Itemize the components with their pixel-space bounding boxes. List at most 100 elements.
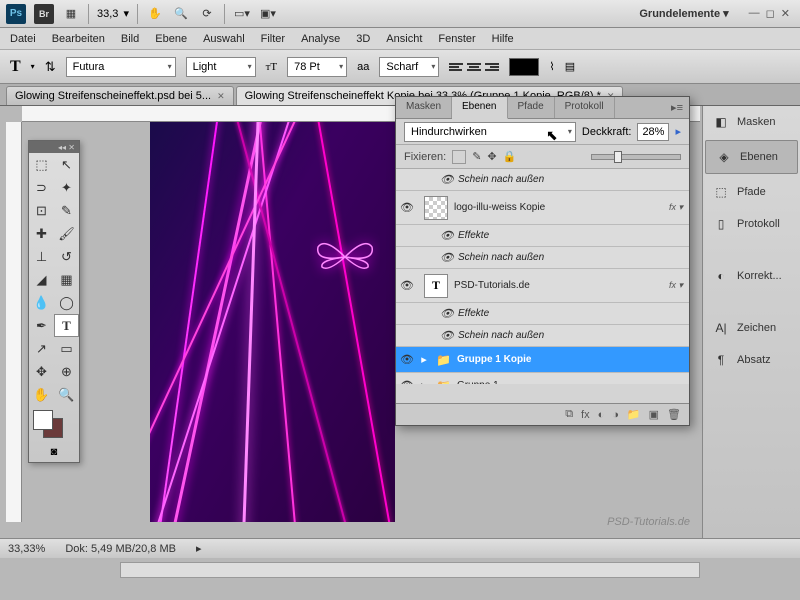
menu-fenster[interactable]: Fenster <box>438 33 475 45</box>
lasso-tool-icon[interactable]: ⊃ <box>29 176 54 199</box>
visibility-icon[interactable]: 👁 <box>436 251 458 264</box>
layer-fx-icon[interactable]: fx <box>581 409 590 421</box>
blur-tool-icon[interactable]: 💧 <box>29 291 54 314</box>
heal-tool-icon[interactable]: ✚ <box>29 222 54 245</box>
dodge-tool-icon[interactable]: ◯ <box>54 291 79 314</box>
menu-bearbeiten[interactable]: Bearbeiten <box>52 33 105 45</box>
layer-row[interactable]: 👁Effekte <box>396 225 689 247</box>
bridge-icon[interactable]: Br <box>34 4 54 24</box>
layer-row[interactable]: 👁logo-illu-weiss Kopiefx ▾ <box>396 191 689 225</box>
visibility-icon[interactable]: 👁 <box>436 229 458 242</box>
layer-row[interactable]: 👁TPSD-Tutorials.defx ▾ <box>396 269 689 303</box>
visibility-icon[interactable]: 👁 <box>396 353 418 366</box>
status-docsize[interactable]: Dok: 5,49 MB/20,8 MB <box>65 543 176 555</box>
dock-zeichen[interactable]: A|Zeichen <box>703 312 800 344</box>
font-family-select[interactable]: Futura <box>66 57 176 77</box>
fx-badge[interactable]: fx ▾ <box>669 202 683 213</box>
3d-tool-icon[interactable]: ✥ <box>29 360 54 383</box>
ps-logo-icon[interactable]: Ps <box>6 4 26 24</box>
link-layers-icon[interactable]: ⧉ <box>565 408 573 421</box>
panel-tab-protokoll[interactable]: Protokoll <box>555 97 615 118</box>
align-center-icon[interactable] <box>467 63 481 71</box>
eraser-tool-icon[interactable]: ◢ <box>29 268 54 291</box>
stamp-tool-icon[interactable]: ⊥ <box>29 245 54 268</box>
quickmask-icon[interactable]: ◙ <box>29 442 79 462</box>
layer-row[interactable]: 👁Effekte <box>396 303 689 325</box>
type-tool-icon[interactable]: T <box>54 314 79 337</box>
menu-datei[interactable]: Datei <box>10 33 36 45</box>
history-brush-icon[interactable]: ↺ <box>54 245 79 268</box>
panel-menu-icon[interactable]: ▸≡ <box>665 97 689 118</box>
new-layer-icon[interactable]: ▣ <box>649 408 659 421</box>
visibility-icon[interactable]: 👁 <box>436 329 458 342</box>
panel-tab-masken[interactable]: Masken <box>396 97 452 118</box>
align-left-icon[interactable] <box>449 63 463 71</box>
menu-analyse[interactable]: Analyse <box>301 33 340 45</box>
dock-masken[interactable]: ◧Masken <box>703 106 800 138</box>
menu-filter[interactable]: Filter <box>261 33 285 45</box>
layer-row[interactable]: 👁▸📁Gruppe 1 <box>396 373 689 384</box>
adjustment-icon[interactable]: ◑ <box>612 409 619 421</box>
zoom-level[interactable]: 33,3 ▾ <box>97 7 129 20</box>
font-weight-select[interactable]: Light <box>186 57 256 77</box>
move-tool-icon[interactable]: ↖ <box>54 153 79 176</box>
toolbox-collapse-icon[interactable]: ◂◂ ✕ <box>58 143 75 152</box>
screen-mode-icon[interactable]: ▣▾ <box>259 5 277 23</box>
document-tab[interactable]: Glowing Streifenscheineffekt.psd bei 5..… <box>6 86 234 105</box>
opacity-flyout-icon[interactable]: ▸ <box>675 125 681 138</box>
font-size-select[interactable]: 78 Pt <box>287 57 347 77</box>
fx-badge[interactable]: fx ▾ <box>669 280 683 291</box>
dock-korrekturen[interactable]: ◐Korrekt... <box>703 260 800 292</box>
panel-tab-pfade[interactable]: Pfade <box>508 97 555 118</box>
layer-row[interactable]: 👁Schein nach außen <box>396 247 689 269</box>
wand-tool-icon[interactable]: ✦ <box>54 176 79 199</box>
path-select-icon[interactable]: ↗ <box>29 337 54 360</box>
3d-orbit-icon[interactable]: ⊕ <box>54 360 79 383</box>
lock-trans-icon[interactable] <box>452 150 466 164</box>
align-right-icon[interactable] <box>485 63 499 71</box>
minimize-icon[interactable]: — <box>749 7 760 20</box>
arrange-icon[interactable]: ▭▾ <box>233 5 251 23</box>
menu-bild[interactable]: Bild <box>121 33 139 45</box>
foreground-swatch[interactable] <box>33 410 53 430</box>
lock-pixels-icon[interactable]: ✎ <box>472 150 481 163</box>
rotate-icon[interactable]: ⟳ <box>198 5 216 23</box>
delete-layer-icon[interactable]: 🗑 <box>667 408 681 421</box>
crop-tool-icon[interactable]: ⊡ <box>29 199 54 222</box>
menu-ebene[interactable]: Ebene <box>155 33 187 45</box>
layer-row[interactable]: 👁Schein nach außen <box>396 169 689 191</box>
menu-3d[interactable]: 3D <box>356 33 370 45</box>
text-color-swatch[interactable] <box>509 58 539 76</box>
layer-row[interactable]: 👁Schein nach außen <box>396 325 689 347</box>
menu-hilfe[interactable]: Hilfe <box>492 33 514 45</box>
dock-pfade[interactable]: ⬚Pfade <box>703 176 800 208</box>
char-panel-icon[interactable]: ▤ <box>565 60 575 73</box>
warp-text-icon[interactable]: ⌇ <box>549 60 554 73</box>
brush-tool-icon[interactable]: 🖌 <box>54 222 79 245</box>
hand-tool-icon[interactable]: ✋ <box>29 383 54 406</box>
color-swatches[interactable] <box>29 406 79 442</box>
orientation-icon[interactable]: ⇅ <box>45 59 56 75</box>
marquee-tool-icon[interactable]: ⬚ <box>29 153 54 176</box>
grid-icon[interactable]: ▦ <box>62 5 80 23</box>
fill-slider[interactable] <box>591 154 681 160</box>
visibility-icon[interactable]: 👁 <box>396 201 418 214</box>
zoom-icon[interactable]: 🔍 <box>172 5 190 23</box>
new-group-icon[interactable]: 📁 <box>627 408 641 421</box>
visibility-icon[interactable]: 👁 <box>436 173 458 186</box>
close-tab-icon[interactable]: ✕ <box>217 91 225 102</box>
pen-tool-icon[interactable]: ✒ <box>29 314 54 337</box>
menu-ansicht[interactable]: Ansicht <box>386 33 422 45</box>
layer-thumb[interactable] <box>424 196 448 220</box>
menu-auswahl[interactable]: Auswahl <box>203 33 245 45</box>
canvas[interactable] <box>150 122 395 522</box>
dock-absatz[interactable]: ¶Absatz <box>703 344 800 376</box>
shape-tool-icon[interactable]: ▭ <box>54 337 79 360</box>
ruler-vertical[interactable] <box>6 122 22 522</box>
visibility-icon[interactable]: 👁 <box>396 279 418 292</box>
status-zoom[interactable]: 33,33% <box>8 543 45 555</box>
visibility-icon[interactable]: 👁 <box>436 307 458 320</box>
workspace-selector[interactable]: Grundelemente ▾ <box>631 3 736 24</box>
hand-icon[interactable]: ✋ <box>146 5 164 23</box>
opacity-input[interactable]: 28% <box>637 123 669 141</box>
